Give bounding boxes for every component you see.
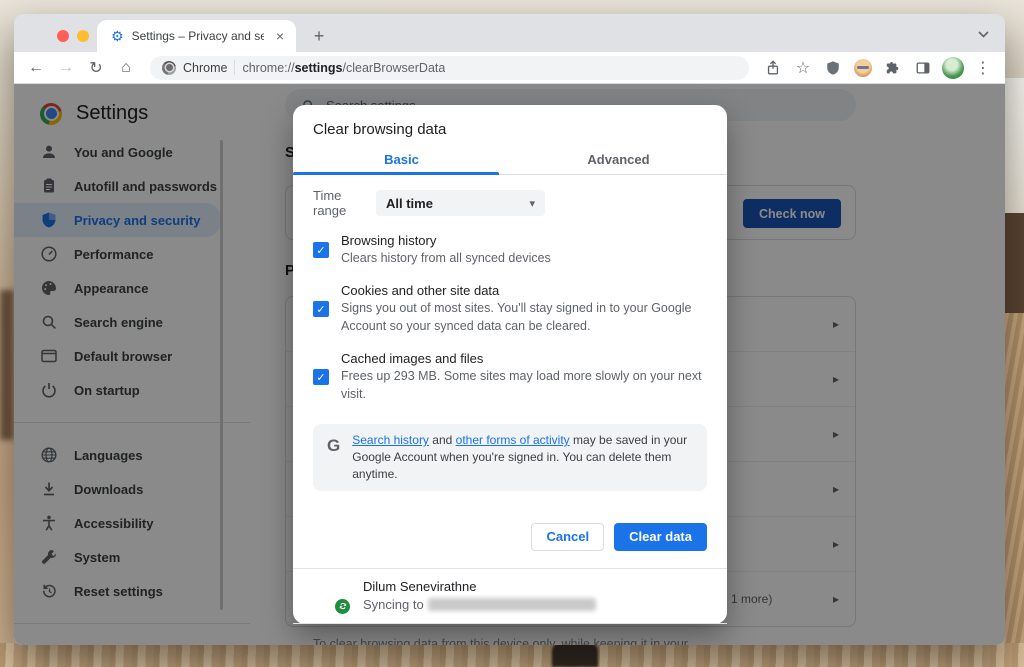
cached-images-row[interactable]: ✓ Cached images and files Frees up 293 M…: [313, 351, 707, 403]
dialog-title: Clear browsing data: [293, 105, 727, 150]
active-tab-underline: [293, 172, 499, 175]
time-range-label: Time range: [313, 188, 376, 218]
time-range-row: Time range All time ▾: [313, 190, 707, 216]
wallpaper-detail: [1005, 313, 1024, 645]
home-icon[interactable]: ⌂: [112, 54, 140, 82]
wallpaper-detail: [1005, 213, 1024, 313]
settings-page: Settings You and Google Autofill and pas…: [14, 84, 1005, 645]
dialog-footer: Dilum Senevirathne Syncing to To clear b…: [293, 568, 727, 645]
browser-window: ⚙ Settings – Privacy and security × + ← …: [14, 14, 1005, 645]
extensions-puzzle-icon[interactable]: [879, 54, 907, 82]
desktop: ⚙ Settings – Privacy and security × + ← …: [0, 0, 1024, 667]
side-panel-icon[interactable]: [909, 54, 937, 82]
google-g-icon: G: [327, 432, 340, 459]
tab-title: Settings – Privacy and security: [132, 29, 264, 43]
redacted-email: [428, 598, 596, 611]
tab-close-icon[interactable]: ×: [272, 28, 288, 44]
browser-menu-icon[interactable]: ⋮: [969, 54, 997, 82]
dialog-body: Time range All time ▾ ✓ Browsing history…: [293, 190, 727, 551]
back-icon[interactable]: ←: [22, 54, 50, 82]
sync-badge-icon: [333, 597, 352, 616]
settings-gear-favicon: ⚙: [111, 29, 124, 43]
checkbox-description: Signs you out of most sites. You'll stay…: [341, 300, 703, 335]
wallpaper-detail: [1005, 78, 1024, 213]
dialog-tabs: Basic Advanced: [293, 150, 727, 175]
tab-advanced[interactable]: Advanced: [510, 150, 727, 174]
wallpaper-sand-ripples: [0, 643, 1024, 667]
url-text: chrome://settings/clearBrowserData: [242, 61, 445, 75]
avatar-extension-icon[interactable]: [849, 54, 877, 82]
wallpaper-figure: [552, 643, 598, 667]
profile-name: Dilum Senevirathne: [363, 579, 596, 594]
browsing-history-checkbox[interactable]: ✓: [313, 242, 329, 258]
checkbox-title: Cached images and files: [341, 351, 703, 368]
tab-basic[interactable]: Basic: [293, 150, 510, 174]
clear-browsing-data-dialog: Clear browsing data Basic Advanced Time …: [293, 105, 727, 624]
profile-avatar[interactable]: [939, 54, 967, 82]
cancel-button[interactable]: Cancel: [531, 523, 604, 551]
checkbox-description: Clears history from all synced devices: [341, 250, 551, 268]
dialog-buttons: Cancel Clear data: [313, 523, 707, 551]
reload-icon[interactable]: ↻: [82, 54, 110, 82]
time-range-select[interactable]: All time ▾: [376, 190, 545, 216]
url-site-label: Chrome: [183, 61, 227, 75]
checkbox-title: Cookies and other site data: [341, 283, 703, 300]
checkbox-title: Browsing history: [341, 233, 551, 250]
cached-images-checkbox[interactable]: ✓: [313, 369, 329, 385]
browsing-history-row[interactable]: ✓ Browsing history Clears history from a…: [313, 233, 707, 267]
forward-icon[interactable]: →: [52, 54, 80, 82]
active-tab[interactable]: ⚙ Settings – Privacy and security ×: [97, 20, 296, 52]
user-avatar: [313, 578, 349, 614]
share-icon[interactable]: [759, 54, 787, 82]
browser-toolbar: ← → ↻ ⌂ Chrome chrome://settings/clearBr…: [14, 52, 1005, 84]
cookies-checkbox[interactable]: ✓: [313, 301, 329, 317]
macos-close-button[interactable]: [57, 30, 69, 42]
new-tab-button[interactable]: +: [307, 24, 331, 48]
dropdown-caret-icon: ▾: [529, 197, 535, 210]
url-separator: [234, 60, 235, 75]
clear-data-button[interactable]: Clear data: [614, 523, 707, 551]
chrome-page-icon: [162, 61, 176, 75]
address-bar[interactable]: Chrome chrome://settings/clearBrowserDat…: [150, 56, 749, 80]
bookmark-star-icon[interactable]: ☆: [789, 54, 817, 82]
checkbox-description: Frees up 293 MB. Some sites may load mor…: [341, 368, 703, 403]
cookies-row[interactable]: ✓ Cookies and other site data Signs you …: [313, 283, 707, 335]
avatar-extension-face: [854, 59, 872, 77]
shield-extension-icon[interactable]: [819, 54, 847, 82]
profile-sync-status: Syncing to: [363, 597, 596, 612]
sync-profile-row: Dilum Senevirathne Syncing to: [293, 569, 727, 624]
signout-note: To clear browsing data from this device …: [293, 624, 723, 645]
tab-search-chevron-icon[interactable]: [975, 26, 991, 42]
search-history-link[interactable]: Search history: [352, 433, 429, 447]
profile-avatar-image: [942, 57, 964, 79]
google-account-notice: G Search history and other forms of acti…: [313, 424, 707, 490]
notice-text: Search history and other forms of activi…: [352, 432, 693, 482]
macos-minimize-button[interactable]: [77, 30, 89, 42]
other-activity-link[interactable]: other forms of activity: [456, 433, 570, 447]
time-range-value: All time: [386, 196, 433, 211]
tab-strip: ⚙ Settings – Privacy and security × +: [14, 14, 1005, 52]
wallpaper-detail: [0, 290, 14, 440]
